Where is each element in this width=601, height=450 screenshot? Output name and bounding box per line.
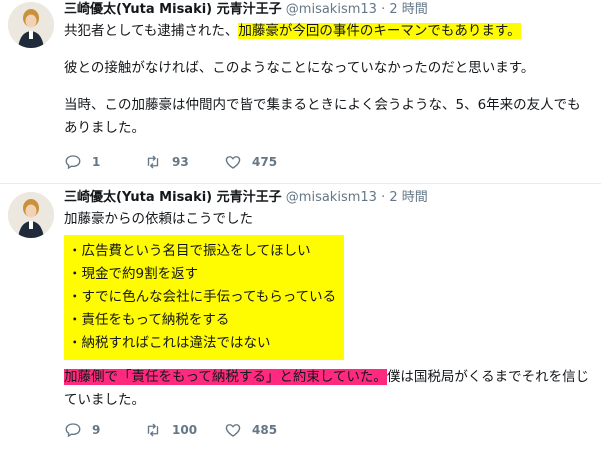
tweet-header: 三崎優太(Yuta Misaki) 元青汁王子 @misakism13 · 2 … bbox=[64, 0, 591, 20]
handle[interactable]: @misakism13 bbox=[286, 190, 377, 205]
like-icon bbox=[225, 156, 241, 169]
tweet-actions: 9 100 485 bbox=[64, 420, 304, 440]
text-paragraph: 当時、この加藤豪は仲間内で皆で集まるときによく会うような、5、6年来の友人でもあ… bbox=[64, 97, 581, 136]
tweet-text: 共犯者としても逮捕された、加藤豪が今回の事件のキーマンでもあります。 彼との接触… bbox=[64, 20, 591, 140]
highlighted-list: ・広告費という名目で振込をしてほしい ・現金で約9割を返す ・すでに色んな会社に… bbox=[64, 235, 345, 360]
display-name[interactable]: 三崎優太(Yuta Misaki) 元青汁王子 bbox=[64, 2, 282, 17]
text-segment: 共犯者としても逮捕された、 bbox=[64, 23, 239, 39]
like-button[interactable]: 475 bbox=[224, 153, 304, 171]
list-item: ・広告費という名目で振込をしてほしい bbox=[68, 243, 311, 259]
handle[interactable]: @misakism13 bbox=[286, 2, 377, 17]
reply-count: 1 bbox=[92, 155, 101, 169]
avatar[interactable] bbox=[8, 2, 54, 48]
display-name[interactable]: 三崎優太(Yuta Misaki) 元青汁王子 bbox=[64, 190, 282, 205]
text-line: 共犯者としても逮捕された、加藤豪が今回の事件のキーマンでもあります。 bbox=[64, 20, 591, 43]
tweet[interactable]: 三崎優太(Yuta Misaki) 元青汁王子 @misakism13 · 2 … bbox=[0, 183, 601, 450]
tweet-actions: 1 93 475 bbox=[64, 152, 304, 172]
timestamp[interactable]: 2 時間 bbox=[389, 190, 427, 205]
list-item: ・すでに色んな会社に手伝ってもらっている bbox=[68, 289, 337, 305]
separator: · bbox=[381, 2, 386, 17]
avatar[interactable] bbox=[8, 192, 54, 238]
like-button[interactable]: 485 bbox=[224, 421, 304, 439]
like-count: 485 bbox=[252, 423, 278, 437]
retweet-icon bbox=[147, 155, 159, 169]
timestamp[interactable]: 2 時間 bbox=[389, 2, 427, 17]
reply-icon bbox=[65, 155, 81, 170]
list-item: ・納税すればこれは違法ではない bbox=[68, 335, 271, 351]
text-paragraph: 加藤側で「責任をもって納税する」と約束していた。僕は国税局がくるまでそれを信じて… bbox=[64, 366, 591, 412]
tweet-text: 加藤豪からの依頼はこうでした ・広告費という名目で振込をしてほしい ・現金で約9… bbox=[64, 208, 591, 412]
highlighted-text: 加藤側で「責任をもって納税する」と約束していた。 bbox=[64, 369, 387, 385]
text-paragraph: 彼との接触がなければ、このようなことになっていなかったのだと思います。 bbox=[64, 60, 535, 76]
retweet-button[interactable]: 93 bbox=[144, 153, 224, 171]
list-item: ・責任をもって納税をする bbox=[68, 312, 230, 328]
reply-icon bbox=[65, 423, 81, 438]
list-item: ・現金で約9割を返す bbox=[68, 266, 199, 282]
like-icon bbox=[225, 424, 241, 437]
reply-button[interactable]: 9 bbox=[64, 421, 144, 439]
reply-count: 9 bbox=[92, 423, 101, 437]
retweet-count: 100 bbox=[172, 423, 198, 437]
retweet-icon bbox=[147, 423, 159, 437]
reply-button[interactable]: 1 bbox=[64, 153, 144, 171]
like-count: 475 bbox=[252, 155, 278, 169]
separator: · bbox=[381, 190, 386, 205]
retweet-count: 93 bbox=[172, 155, 189, 169]
tweet[interactable]: 三崎優太(Yuta Misaki) 元青汁王子 @misakism13 · 2 … bbox=[0, 0, 601, 183]
text-paragraph: 加藤豪からの依頼はこうでした bbox=[64, 211, 253, 227]
retweet-button[interactable]: 100 bbox=[144, 421, 224, 439]
tweet-header: 三崎優太(Yuta Misaki) 元青汁王子 @misakism13 · 2 … bbox=[64, 188, 591, 208]
highlighted-text: 加藤豪が今回の事件のキーマンでもあります。 bbox=[238, 23, 521, 39]
